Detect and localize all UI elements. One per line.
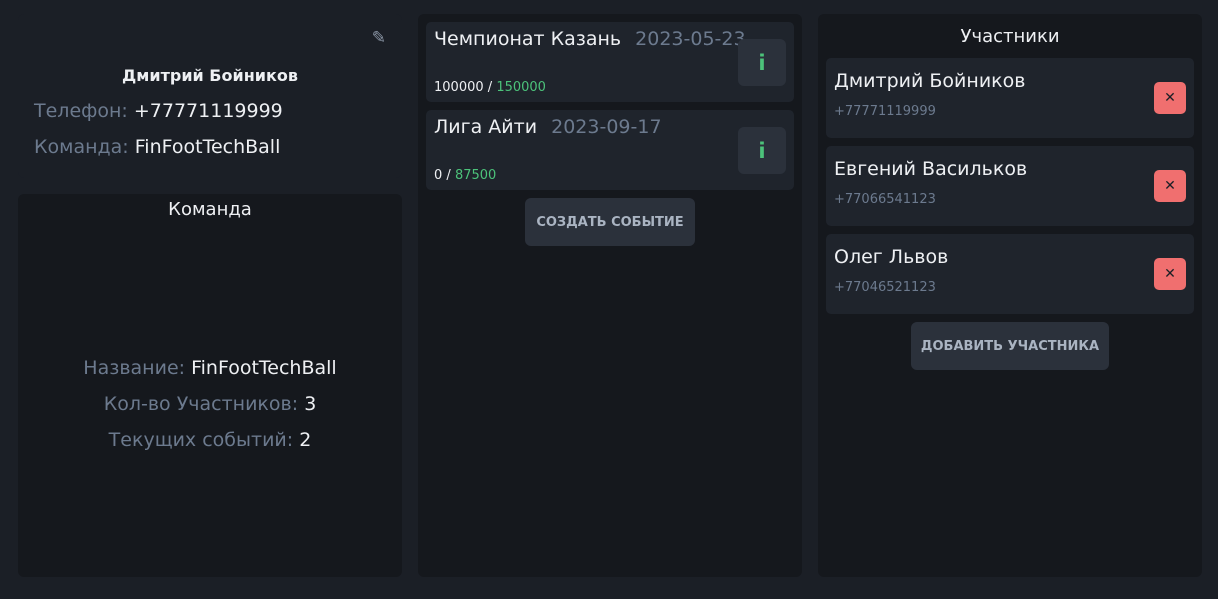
event-goal: 150000 <box>496 80 546 95</box>
remove-participant-button[interactable]: ✕ <box>1154 170 1186 202</box>
participant-phone: +77771119999 <box>834 104 936 119</box>
event-title-row: Чемпионат Казань 2023-05-23 <box>434 28 746 50</box>
team-name-value: FinFootTechBall <box>191 357 337 379</box>
team-card: Команда Название: FinFootTechBall Кол-во… <box>18 194 402 577</box>
event-raised: 100000 <box>434 80 484 95</box>
team-members-label: Кол-во Участников: <box>103 393 299 415</box>
event-title: Чемпионат Казань <box>434 28 622 50</box>
participant-name: Олег Львов <box>834 246 949 268</box>
team-value: FinFootTechBall <box>134 136 281 158</box>
event-info-button[interactable]: i <box>738 39 786 86</box>
profile-card: ✎ Дмитрий Бойников Телефон: +77771119999… <box>18 14 402 178</box>
profile-name: Дмитрий Бойников <box>122 66 298 85</box>
participant-name: Дмитрий Бойников <box>834 70 1026 92</box>
event-title-row: Лига Айти 2023-09-17 <box>434 116 662 138</box>
team-card-title: Команда <box>168 199 252 220</box>
team-name-label: Название: <box>83 357 186 379</box>
event-raised: 0 <box>434 168 443 183</box>
event-date: 2023-09-17 <box>551 116 662 138</box>
team-events-row: Текущих событий: 2 <box>18 429 402 451</box>
event-info-button[interactable]: i <box>738 127 786 174</box>
remove-participant-button[interactable]: ✕ <box>1154 258 1186 290</box>
create-event-button[interactable]: СОЗДАТЬ СОБЫТИЕ <box>525 198 695 246</box>
event-funding: 100000 / 150000 <box>434 80 546 95</box>
participants-title: Участники <box>960 26 1060 47</box>
participant-phone: +77066541123 <box>834 192 936 207</box>
team-label: Команда: <box>34 136 129 158</box>
pencil-icon[interactable]: ✎ <box>372 28 386 48</box>
phone-label: Телефон: <box>34 100 128 122</box>
team-members-row: Кол-во Участников: 3 <box>18 393 402 415</box>
team-members-value: 3 <box>304 393 317 415</box>
events-panel: Чемпионат Казань 2023-05-23 100000 / 150… <box>418 14 802 577</box>
participant-card: Дмитрий Бойников +77771119999 ✕ <box>826 58 1194 138</box>
event-goal: 87500 <box>454 168 497 183</box>
add-participant-button[interactable]: ДОБАВИТЬ УЧАСТНИКА <box>911 322 1109 370</box>
profile-team-row: Команда: FinFootTechBall <box>34 136 280 158</box>
participant-phone: +77046521123 <box>834 280 936 295</box>
participant-card: Евгений Васильков +77066541123 ✕ <box>826 146 1194 226</box>
event-title: Лига Айти <box>434 116 538 138</box>
remove-participant-button[interactable]: ✕ <box>1154 82 1186 114</box>
participant-card: Олег Львов +77046521123 ✕ <box>826 234 1194 314</box>
participants-panel: Участники Дмитрий Бойников +77771119999 … <box>818 14 1202 577</box>
event-separator: / <box>446 168 451 183</box>
event-funding: 0 / 87500 <box>434 168 496 183</box>
participant-name: Евгений Васильков <box>834 158 1028 180</box>
profile-phone-row: Телефон: +77771119999 <box>34 100 283 122</box>
event-card: Лига Айти 2023-09-17 0 / 87500 i <box>426 110 794 190</box>
event-date: 2023-05-23 <box>635 28 746 50</box>
team-name-row: Название: FinFootTechBall <box>18 357 402 379</box>
phone-value: +77771119999 <box>133 100 283 122</box>
event-separator: / <box>487 80 493 95</box>
team-events-label: Текущих событий: <box>108 429 294 451</box>
team-events-value: 2 <box>299 429 312 451</box>
event-card: Чемпионат Казань 2023-05-23 100000 / 150… <box>426 22 794 102</box>
